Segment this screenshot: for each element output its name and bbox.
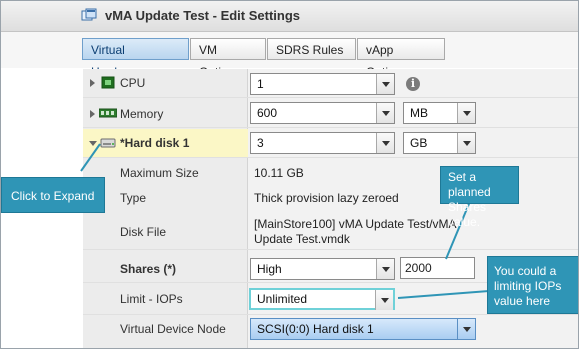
dialog-title: vMA Update Test - Edit Settings — [105, 8, 301, 23]
chevron-down-icon[interactable] — [376, 103, 394, 123]
type-value: Thick provision lazy zeroed — [254, 191, 399, 205]
limit-iops-label: Limit - IOPs — [120, 292, 183, 306]
iops-callout-line2: limiting IOPs — [494, 279, 562, 293]
maximum-size-value: 10.11 GB — [254, 166, 304, 180]
iops-callout: You could a limiting IOPs value here — [487, 256, 578, 314]
shares-level-value: High — [257, 262, 282, 276]
row-divider — [83, 314, 578, 315]
chevron-down-icon[interactable] — [457, 133, 475, 153]
expand-cpu-icon[interactable] — [90, 79, 95, 87]
cpu-chip-icon — [101, 76, 115, 92]
disk-file-value-line2: Update Test.vmdk — [254, 232, 350, 246]
chevron-down-icon[interactable] — [376, 74, 394, 94]
shares-level-select[interactable]: High — [250, 258, 395, 280]
limit-iops-value: Unlimited — [257, 292, 308, 306]
memory-module-icon — [98, 107, 118, 123]
memory-unit-value: MB — [410, 106, 428, 120]
expand-callout-text: Click to Expand — [11, 189, 95, 203]
shares-value: 2000 — [405, 261, 432, 275]
memory-size-input[interactable]: 600 — [250, 102, 395, 124]
vm-settings-icon — [81, 8, 97, 23]
row-divider — [83, 157, 578, 158]
hard-disk-unit-select[interactable]: GB — [403, 132, 476, 154]
shares-callout-line1: Set a planned — [448, 170, 491, 199]
chevron-down-icon[interactable] — [457, 103, 475, 123]
row-divider — [83, 249, 578, 250]
disk-file-label: Disk File — [120, 225, 167, 239]
hard-disk-size-input[interactable]: 3 — [250, 132, 395, 154]
tab-virtual-hardware[interactable]: Virtual Hardware — [82, 38, 189, 79]
title-bar: vMA Update Test - Edit Settings — [1, 1, 578, 32]
maximum-size-label: Maximum Size — [120, 166, 199, 180]
tab-bar: Virtual Hardware VM Options SDRS Rules v… — [1, 32, 578, 79]
limit-iops-select[interactable]: Unlimited — [249, 288, 395, 310]
collapse-hard-disk-icon[interactable] — [89, 141, 97, 146]
memory-size-value: 600 — [257, 106, 278, 120]
tab-sdrs-rules[interactable]: SDRS Rules — [267, 38, 356, 60]
disk-file-value-line1: [MainStore100] vMA Update Test/vMA — [254, 217, 457, 231]
row-divider — [83, 97, 578, 98]
shares-value-input[interactable]: 2000 — [400, 257, 475, 279]
cpu-label: CPU — [120, 76, 146, 90]
row-divider — [83, 127, 578, 128]
cpu-count-value: 1 — [257, 77, 264, 91]
iops-callout-line1: You could a — [494, 264, 557, 278]
virtual-device-node-label: Virtual Device Node — [120, 322, 226, 336]
shares-callout: Set a planned Shares value. — [440, 166, 519, 229]
hard-disk-label: *Hard disk 1 — [120, 136, 190, 150]
hard-disk-unit-value: GB — [410, 136, 428, 150]
chevron-down-icon[interactable] — [376, 133, 394, 153]
type-label: Type — [120, 191, 147, 205]
hard-disk-icon — [100, 137, 116, 152]
chevron-down-icon[interactable] — [457, 319, 475, 339]
expand-callout: Click to Expand — [1, 177, 105, 213]
shares-callout-line2: Shares value. — [448, 200, 487, 229]
tab-vm-options[interactable]: VM Options — [190, 38, 266, 79]
expand-memory-icon[interactable] — [90, 110, 95, 118]
chevron-down-icon[interactable] — [375, 290, 393, 310]
virtual-device-node-value: SCSI(0:0) Hard disk 1 — [257, 322, 374, 336]
iops-callout-line3: value here — [494, 294, 551, 308]
tab-vapp-options[interactable]: vApp Options — [357, 38, 445, 79]
shares-label: Shares (*) — [120, 262, 177, 276]
memory-unit-select[interactable]: MB — [403, 102, 476, 124]
cpu-count-select[interactable]: 1 — [250, 73, 395, 95]
memory-label: Memory — [120, 107, 164, 121]
virtual-device-node-select[interactable]: SCSI(0:0) Hard disk 1 — [250, 318, 476, 340]
edit-settings-dialog: vMA Update Test - Edit Settings Virtual … — [0, 0, 579, 349]
info-icon[interactable]: i — [406, 77, 420, 91]
chevron-down-icon[interactable] — [376, 259, 394, 279]
hard-disk-size-value: 3 — [257, 136, 264, 150]
